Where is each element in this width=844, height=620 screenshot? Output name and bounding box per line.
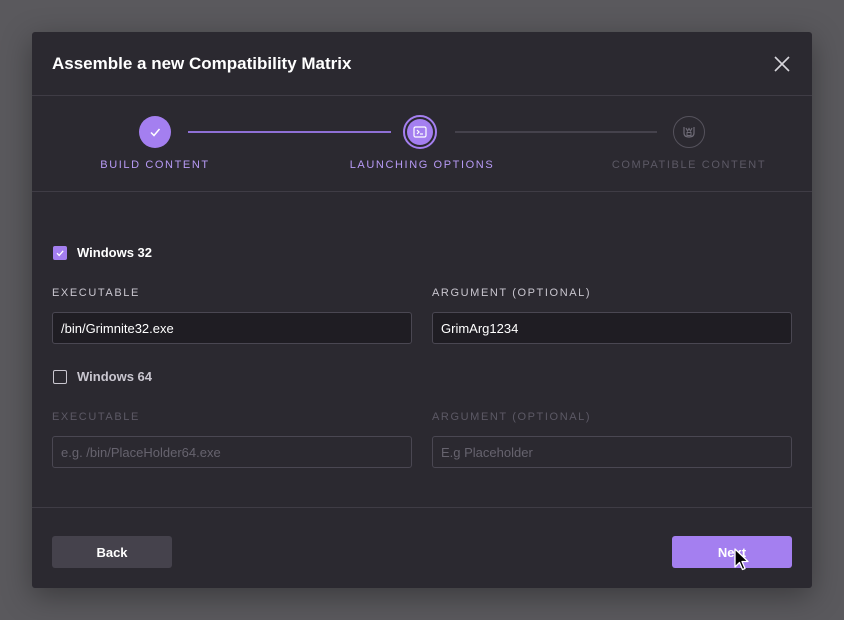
step-build-content[interactable] — [139, 116, 171, 148]
dialog-footer: Back Next — [32, 507, 812, 588]
compatible-icon — [683, 127, 695, 138]
compatibility-matrix-dialog: Assemble a new Compatibility Matrix BUIL… — [32, 32, 812, 588]
next-button[interactable]: Next — [672, 536, 792, 568]
windows-64-checkbox[interactable] — [53, 369, 67, 384]
step-connector-2 — [455, 131, 657, 133]
mouse-cursor-icon — [734, 548, 749, 571]
dialog-header: Assemble a new Compatibility Matrix — [32, 32, 812, 96]
argument-label: ARGUMENT (OPTIONAL) — [432, 411, 592, 423]
windows-64-label: Windows 64 — [77, 369, 153, 384]
windows-64-checkbox-row[interactable]: Windows 64 — [53, 369, 152, 384]
windows-32-checkbox-row[interactable]: Windows 32 — [53, 245, 152, 260]
step-connector-1 — [188, 131, 391, 133]
argument-label: ARGUMENT (OPTIONAL) — [432, 287, 592, 299]
executable-label: EXECUTABLE — [52, 287, 140, 299]
step-launching-options[interactable] — [403, 115, 437, 149]
dialog-title: Assemble a new Compatibility Matrix — [52, 54, 352, 73]
step-label-compatible-content: COMPATIBLE CONTENT — [611, 159, 767, 171]
step-compatible-content[interactable] — [673, 116, 705, 148]
check-icon — [56, 249, 64, 256]
step-label-launching-options: LAUNCHING OPTIONS — [349, 159, 495, 171]
windows-32-argument-input[interactable] — [432, 312, 792, 344]
wizard-stepper: BUILD CONTENT LAUNCHING OPTIONS COMPATIB… — [32, 96, 812, 192]
step-label-build-content: BUILD CONTENT — [100, 159, 210, 171]
close-icon[interactable] — [772, 54, 792, 74]
check-icon — [150, 128, 161, 137]
windows-32-label: Windows 32 — [77, 245, 153, 260]
back-button[interactable]: Back — [52, 536, 172, 568]
windows-64-argument-input[interactable] — [432, 436, 792, 468]
executable-label: EXECUTABLE — [52, 411, 140, 423]
windows-64-executable-input[interactable] — [52, 436, 412, 468]
windows-32-checkbox[interactable] — [53, 245, 67, 260]
terminal-icon — [413, 126, 427, 138]
windows-32-executable-input[interactable] — [52, 312, 412, 344]
